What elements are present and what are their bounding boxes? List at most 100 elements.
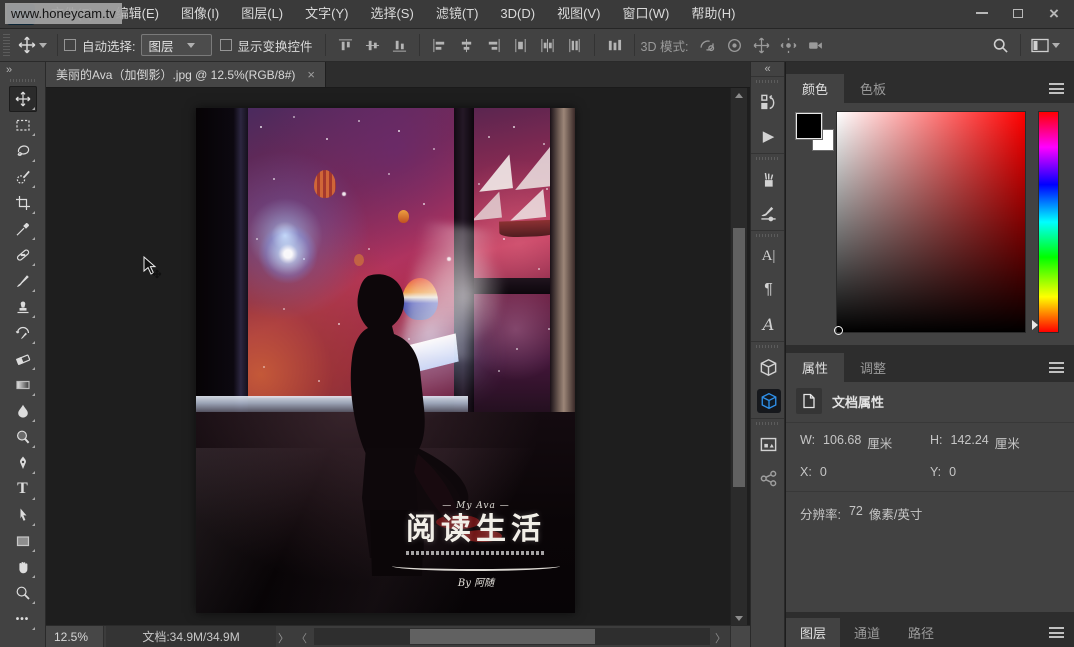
- dock-collapse[interactable]: «: [751, 62, 784, 76]
- move-tool-button[interactable]: [9, 86, 37, 112]
- options-grip[interactable]: [3, 34, 10, 56]
- tab-channels[interactable]: 通道: [840, 618, 894, 647]
- vertical-scrollbar[interactable]: [730, 88, 747, 625]
- align-bottom-button[interactable]: [386, 33, 413, 57]
- path-select-tool-button[interactable]: [9, 502, 37, 528]
- close-button[interactable]: ×: [1036, 0, 1072, 26]
- picker-cursor[interactable]: [834, 326, 843, 335]
- zoom-tool-button[interactable]: [9, 580, 37, 606]
- scroll-up-button[interactable]: [731, 88, 747, 102]
- actions-panel-button[interactable]: ▶: [751, 119, 786, 153]
- distribute-bottom-button[interactable]: [561, 33, 588, 57]
- document-tab[interactable]: 美丽的Ava（加倒影）.jpg @ 12.5%(RGB/8#) ×: [46, 62, 326, 87]
- tab-layers[interactable]: 图层: [786, 618, 840, 647]
- panel-menu-icon[interactable]: [1049, 627, 1064, 638]
- align-left-button[interactable]: [426, 33, 453, 57]
- character-panel-button[interactable]: A|: [751, 239, 786, 273]
- clone-stamp-tool-button[interactable]: [9, 294, 37, 320]
- tab-close-icon[interactable]: ×: [307, 67, 315, 82]
- menu-filter[interactable]: 滤镜(T): [425, 0, 490, 28]
- 3d-material-panel-button[interactable]: [751, 384, 786, 418]
- eraser-tool-button[interactable]: [9, 346, 37, 372]
- horizontal-scrollbar[interactable]: [314, 628, 710, 645]
- menu-select[interactable]: 选择(S): [359, 0, 424, 28]
- hue-slider-cursor[interactable]: [1032, 320, 1038, 330]
- horizontal-scrollbar-thumb[interactable]: [410, 629, 595, 644]
- tab-adjustments[interactable]: 调整: [844, 353, 902, 382]
- scroll-right-button[interactable]: 〉: [715, 630, 726, 646]
- distribute-spacing-button[interactable]: [601, 33, 628, 57]
- tab-properties[interactable]: 属性: [786, 353, 844, 382]
- vertical-scrollbar-thumb[interactable]: [733, 228, 745, 487]
- gradient-tool-button[interactable]: [9, 372, 37, 398]
- panel-menu-icon[interactable]: [1049, 83, 1064, 94]
- align-right-button[interactable]: [480, 33, 507, 57]
- distribute-top-button[interactable]: [507, 33, 534, 57]
- marquee-tool-button[interactable]: [9, 112, 37, 138]
- menu-layer[interactable]: 图层(L): [230, 0, 294, 28]
- scroll-left-button[interactable]: 〈: [296, 630, 307, 646]
- menu-view[interactable]: 视图(V): [546, 0, 611, 28]
- x-value[interactable]: 0: [820, 465, 827, 479]
- zoom-level-field[interactable]: 12.5%: [46, 626, 104, 647]
- shape-tool-button[interactable]: [9, 528, 37, 554]
- tools-grip[interactable]: [10, 79, 36, 82]
- quick-select-tool-button[interactable]: [9, 164, 37, 190]
- auto-select-dropdown[interactable]: 图层: [141, 34, 211, 56]
- search-button[interactable]: [987, 33, 1014, 57]
- brush-presets-panel-button[interactable]: [751, 162, 786, 196]
- menu-help[interactable]: 帮助(H): [680, 0, 746, 28]
- canvas[interactable]: — My Ava — 阅读生活 By 阿随: [46, 88, 728, 625]
- height-value[interactable]: 142.24: [951, 433, 989, 452]
- libraries-panel-button[interactable]: [751, 427, 786, 461]
- show-transform-checkbox[interactable]: [220, 39, 232, 51]
- saturation-brightness-picker[interactable]: [836, 111, 1026, 333]
- menu-type[interactable]: 文字(Y): [294, 0, 359, 28]
- tab-swatches[interactable]: 色板: [844, 74, 902, 103]
- 3d-roll-button[interactable]: [721, 33, 748, 57]
- foreground-color-swatch[interactable]: [796, 113, 822, 139]
- tab-paths[interactable]: 路径: [894, 618, 948, 647]
- history-panel-button[interactable]: [751, 85, 786, 119]
- status-expand-chevron[interactable]: 〉: [278, 630, 289, 646]
- dodge-tool-button[interactable]: [9, 424, 37, 450]
- menu-window[interactable]: 窗口(W): [611, 0, 680, 28]
- blur-tool-button[interactable]: [9, 398, 37, 424]
- crop-tool-button[interactable]: [9, 190, 37, 216]
- pen-tool-button[interactable]: [9, 450, 37, 476]
- panel-menu-icon[interactable]: [1049, 362, 1064, 373]
- workspace-switcher[interactable]: [1027, 32, 1064, 58]
- tab-color[interactable]: 颜色: [786, 74, 844, 103]
- hue-slider[interactable]: [1038, 111, 1059, 333]
- align-hcenter-button[interactable]: [453, 33, 480, 57]
- 3d-slide-button[interactable]: [775, 33, 802, 57]
- align-top-button[interactable]: [332, 33, 359, 57]
- edit-toolbar-button[interactable]: •••: [9, 606, 37, 632]
- minimize-button[interactable]: [964, 0, 1000, 26]
- tool-preset-button[interactable]: [14, 32, 51, 58]
- 3d-orbit-button[interactable]: [694, 33, 721, 57]
- glyphs-panel-button[interactable]: A: [751, 307, 786, 341]
- menu-3d[interactable]: 3D(D): [489, 0, 546, 28]
- 3d-pan-button[interactable]: [748, 33, 775, 57]
- maximize-button[interactable]: [1000, 0, 1036, 26]
- history-brush-tool-button[interactable]: [9, 320, 37, 346]
- auto-select-checkbox[interactable]: [64, 39, 76, 51]
- hand-tool-button[interactable]: [9, 554, 37, 580]
- scroll-down-button[interactable]: [731, 611, 747, 625]
- lasso-tool-button[interactable]: [9, 138, 37, 164]
- brush-settings-panel-button[interactable]: [751, 196, 786, 230]
- eyedropper-tool-button[interactable]: [9, 216, 37, 242]
- 3d-camera-button[interactable]: [802, 33, 829, 57]
- share-panel-button[interactable]: [751, 461, 786, 495]
- type-tool-button[interactable]: T: [9, 476, 37, 502]
- align-vcenter-button[interactable]: [359, 33, 386, 57]
- y-value[interactable]: 0: [949, 465, 956, 479]
- 3d-panel-button[interactable]: [751, 350, 786, 384]
- paragraph-panel-button[interactable]: ¶: [751, 273, 786, 307]
- width-value[interactable]: 106.68: [823, 433, 861, 452]
- distribute-vcenter-button[interactable]: [534, 33, 561, 57]
- document-size-field[interactable]: 文档:34.9M/34.9M: [106, 626, 276, 647]
- menu-image[interactable]: 图像(I): [170, 0, 230, 28]
- brush-tool-button[interactable]: [9, 268, 37, 294]
